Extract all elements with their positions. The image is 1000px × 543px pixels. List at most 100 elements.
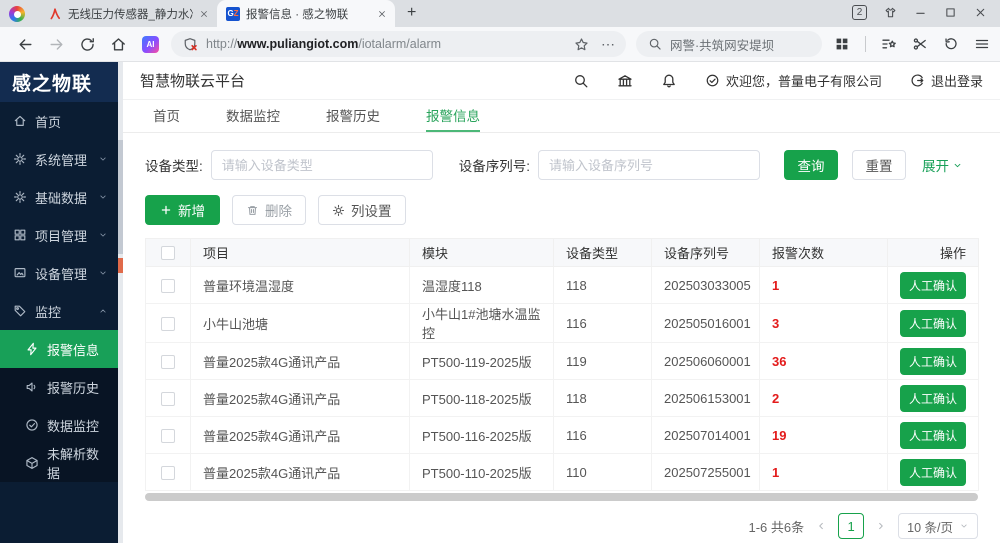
url-text[interactable]: http://www.puliangiot.com/iotalarm/alarm — [206, 37, 574, 51]
sidebar-scrollbar[interactable] — [118, 62, 123, 543]
tab-alarm-info[interactable]: 报警信息 — [426, 100, 480, 132]
sidebar-item-monitoring[interactable]: 监控 — [0, 292, 118, 330]
sidebar: 感之物联 首页 系统管理 基础数据 项目管理 设备 — [0, 62, 118, 543]
manual-confirm-button[interactable]: 人工确认 — [900, 310, 966, 337]
scrollbar-thumb[interactable] — [118, 140, 123, 254]
device-type-input[interactable] — [211, 150, 433, 180]
row-checkbox[interactable] — [161, 429, 175, 443]
app-logo: 感之物联 — [0, 62, 118, 102]
pagination: 1-6 共6条 1 10 条/页 — [145, 513, 978, 539]
browser-logo-icon[interactable] — [9, 6, 25, 22]
expand-link[interactable]: 展开 — [922, 155, 963, 175]
next-page-icon[interactable] — [875, 520, 887, 532]
serial-label: 设备序列号: — [459, 155, 530, 175]
minimize-button[interactable] — [914, 6, 927, 19]
theme-shirt-icon[interactable] — [884, 6, 897, 19]
table-row: 普量2025款4G通讯产品 PT500-110-2025版 110 202507… — [146, 454, 979, 491]
col-alarm-count: 报警次数 — [760, 239, 888, 267]
breadcrumb-tabs: 首页 数据监控 报警历史 报警信息 — [123, 100, 1000, 133]
screenshot-scissors-icon[interactable] — [912, 36, 928, 52]
browser-search-box[interactable]: 网警·共筑网安堤坝 — [636, 31, 822, 57]
sidebar-item-alarm-history[interactable]: 报警历史 — [0, 368, 118, 406]
grid-icon — [13, 228, 27, 242]
col-device-type: 设备类型 — [554, 239, 652, 267]
home-icon[interactable] — [110, 36, 127, 53]
tab-alarm-history[interactable]: 报警历史 — [326, 100, 380, 132]
page-size-select[interactable]: 10 条/页 — [898, 513, 978, 539]
prev-page-icon[interactable] — [815, 520, 827, 532]
col-module: 模块 — [410, 239, 554, 267]
column-settings-button[interactable]: 列设置 — [318, 195, 406, 225]
welcome-user[interactable]: 欢迎您，普量电子有限公司 — [705, 71, 882, 90]
reload-icon[interactable] — [79, 36, 96, 53]
back-icon[interactable] — [17, 36, 34, 53]
select-all-checkbox[interactable] — [161, 246, 175, 260]
favorites-list-icon[interactable] — [881, 36, 897, 52]
browser-tab-1[interactable]: 无线压力传感器_静力水准仪_ — [39, 0, 217, 27]
page-actions-icon[interactable]: ⋯ — [601, 36, 616, 53]
browser-menu-icon[interactable] — [974, 36, 990, 52]
tab-count-badge[interactable]: 2 — [852, 5, 867, 20]
header-search-icon[interactable] — [573, 73, 589, 89]
alarm-table: 项目 模块 设备类型 设备序列号 报警次数 操作 普量环境温湿度 温湿度118 — [145, 238, 979, 491]
monitoring-submenu: 报警信息 报警历史 数据监控 未解析数据 — [0, 330, 118, 482]
chevron-down-icon — [98, 192, 108, 202]
address-bar[interactable]: http://www.puliangiot.com/iotalarm/alarm… — [171, 31, 626, 57]
table-horizontal-scrollbar[interactable] — [145, 493, 978, 501]
query-button[interactable]: 查询 — [784, 150, 838, 180]
tab2-favicon-icon: GZ — [226, 7, 240, 21]
delete-button[interactable]: 删除 — [232, 195, 306, 225]
current-page-button[interactable]: 1 — [838, 513, 864, 539]
tab-data-monitoring[interactable]: 数据监控 — [226, 100, 280, 132]
tab1-close-icon[interactable] — [199, 9, 209, 19]
row-checkbox[interactable] — [161, 355, 175, 369]
chevron-down-icon — [98, 230, 108, 240]
col-project: 项目 — [191, 239, 410, 267]
scrollbar-marker — [118, 258, 123, 273]
reset-button[interactable]: 重置 — [852, 150, 906, 180]
tab-home[interactable]: 首页 — [153, 100, 180, 132]
bolt-icon — [25, 342, 39, 356]
sidebar-item-data-monitoring[interactable]: 数据监控 — [0, 406, 118, 444]
bookmark-star-icon[interactable] — [574, 37, 589, 52]
sidebar-item-alarm-info[interactable]: 报警信息 — [0, 330, 118, 368]
chevron-down-icon — [959, 521, 969, 531]
sidebar-item-system-mgmt[interactable]: 系统管理 — [0, 140, 118, 178]
tab2-close-icon[interactable] — [377, 9, 387, 19]
site-security-shield-icon[interactable] — [183, 37, 198, 52]
apps-grid-icon[interactable] — [834, 36, 850, 52]
add-button[interactable]: 新增 — [145, 195, 220, 225]
sidebar-item-device-mgmt[interactable]: 设备管理 — [0, 254, 118, 292]
table-row: 普量2025款4G通讯产品 PT500-118-2025版 118 202506… — [146, 380, 979, 417]
sidebar-item-project-mgmt[interactable]: 项目管理 — [0, 216, 118, 254]
row-checkbox[interactable] — [161, 279, 175, 293]
bank-icon[interactable] — [617, 73, 633, 89]
browser-tab-2[interactable]: GZ 报警信息 · 感之物联 — [217, 0, 395, 27]
gear-icon — [13, 190, 27, 204]
forward-icon[interactable] — [48, 36, 65, 53]
manual-confirm-button[interactable]: 人工确认 — [900, 348, 966, 375]
alarm-count: 3 — [760, 304, 888, 343]
row-checkbox[interactable] — [161, 392, 175, 406]
row-checkbox[interactable] — [161, 317, 175, 331]
sidebar-item-home[interactable]: 首页 — [0, 102, 118, 140]
manual-confirm-button[interactable]: 人工确认 — [900, 422, 966, 449]
shield-check-icon — [25, 418, 39, 432]
manual-confirm-button[interactable]: 人工确认 — [900, 272, 966, 299]
maximize-button[interactable] — [944, 6, 957, 19]
chevron-down-icon — [952, 160, 963, 171]
close-button[interactable] — [974, 6, 987, 19]
ai-assistant-icon[interactable]: AI — [142, 36, 159, 53]
search-icon — [648, 37, 662, 51]
history-undo-icon[interactable] — [943, 36, 959, 52]
sidebar-item-basic-data[interactable]: 基础数据 — [0, 178, 118, 216]
speaker-icon — [25, 380, 39, 394]
sidebar-item-unparsed-data[interactable]: 未解析数据 — [0, 444, 118, 482]
bell-icon[interactable] — [661, 73, 677, 89]
serial-input[interactable] — [538, 150, 760, 180]
logout-button[interactable]: 退出登录 — [910, 71, 983, 90]
row-checkbox[interactable] — [161, 466, 175, 480]
new-tab-button[interactable]: + — [407, 4, 416, 22]
manual-confirm-button[interactable]: 人工确认 — [900, 385, 966, 412]
manual-confirm-button[interactable]: 人工确认 — [900, 459, 966, 486]
